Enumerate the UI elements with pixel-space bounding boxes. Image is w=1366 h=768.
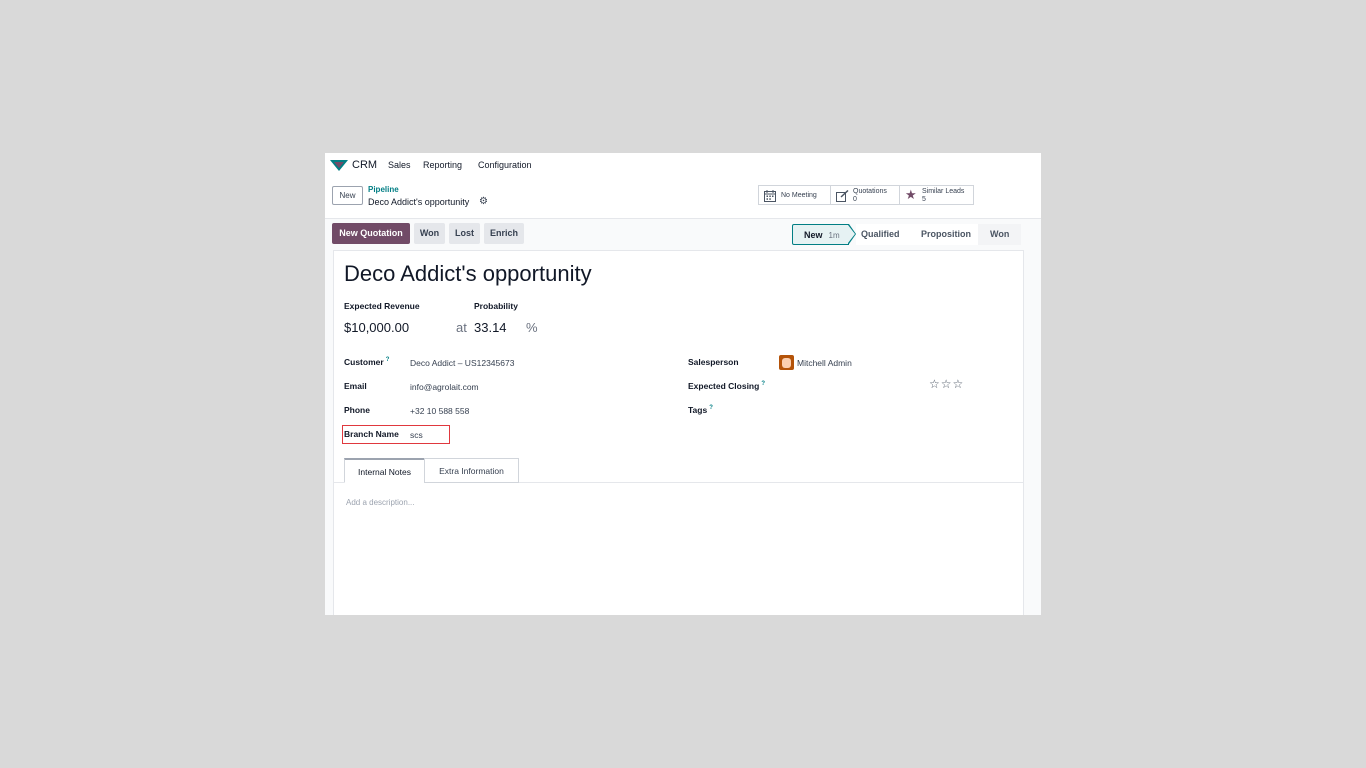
at-label: at bbox=[456, 320, 467, 335]
enrich-button[interactable]: Enrich bbox=[484, 223, 524, 244]
edit-icon bbox=[836, 190, 849, 202]
star-icon: ★ bbox=[905, 187, 917, 202]
menu-reporting[interactable]: Reporting bbox=[423, 160, 462, 170]
phone-label: Phone bbox=[344, 405, 370, 415]
percent-sign: % bbox=[526, 320, 538, 335]
quotations-smart-button[interactable]: Quotations 0 bbox=[830, 185, 900, 205]
won-button[interactable]: Won bbox=[414, 223, 445, 244]
branch-name-label: Branch Name bbox=[344, 429, 399, 439]
meeting-label: No Meeting bbox=[781, 192, 817, 199]
calendar-icon bbox=[764, 190, 776, 202]
similar-leads-smart-button[interactable]: ★ Similar Leads 5 bbox=[899, 185, 974, 205]
priority-stars[interactable]: ☆☆☆ bbox=[929, 377, 964, 391]
salesperson-label: Salesperson bbox=[688, 357, 739, 367]
similar-leads-label: Similar Leads bbox=[922, 188, 965, 195]
email-field[interactable]: info@agrolait.com bbox=[410, 382, 479, 392]
customer-label-text: Customer bbox=[344, 357, 384, 367]
opportunity-title[interactable]: Deco Addict's opportunity bbox=[344, 261, 592, 287]
app-name[interactable]: CRM bbox=[352, 159, 377, 171]
similar-leads-count: 5 bbox=[922, 196, 926, 203]
gear-icon[interactable]: ⚙ bbox=[479, 196, 488, 207]
quotations-label: Quotations bbox=[853, 188, 887, 195]
stage-proposition[interactable]: Proposition bbox=[916, 224, 983, 245]
expected-revenue-input[interactable]: $10,000.00 bbox=[344, 320, 409, 335]
lost-button[interactable]: Lost bbox=[449, 223, 480, 244]
form-sheet: Deco Addict's opportunity Expected Reven… bbox=[333, 250, 1024, 615]
expected-closing-label: Expected Closing? bbox=[688, 381, 765, 391]
breadcrumb-current: Deco Addict's opportunity bbox=[368, 197, 470, 207]
menu-configuration[interactable]: Configuration bbox=[478, 160, 532, 170]
stage-new[interactable]: New 1m bbox=[792, 224, 849, 245]
email-label: Email bbox=[344, 381, 367, 391]
stage-duration: 1m bbox=[828, 231, 840, 240]
stage-separator bbox=[848, 225, 855, 243]
top-navbar: CRM Sales Reporting Configuration bbox=[325, 153, 1041, 178]
stage-won[interactable]: Won bbox=[978, 224, 1021, 245]
phone-field[interactable]: +32 10 588 558 bbox=[410, 406, 469, 416]
tags-label: Tags? bbox=[688, 405, 713, 415]
control-panel: New Pipeline Deco Addict's opportunity ⚙… bbox=[325, 178, 1041, 219]
expected-closing-label-text: Expected Closing bbox=[688, 381, 760, 391]
avatar bbox=[779, 355, 794, 370]
branch-name-field[interactable]: scs bbox=[410, 430, 423, 440]
tab-internal-notes[interactable]: Internal Notes bbox=[344, 458, 425, 483]
menu-sales[interactable]: Sales bbox=[388, 160, 411, 170]
new-button[interactable]: New bbox=[332, 186, 363, 205]
tags-label-text: Tags bbox=[688, 405, 708, 415]
stage-won-label: Won bbox=[990, 229, 1010, 239]
expected-revenue-label: Expected Revenue bbox=[344, 301, 420, 311]
crm-window: CRM Sales Reporting Configuration New Pi… bbox=[325, 153, 1041, 615]
breadcrumb-pipeline[interactable]: Pipeline bbox=[368, 185, 399, 194]
quotations-count: 0 bbox=[853, 196, 857, 203]
description-editor[interactable]: Add a description... bbox=[346, 498, 414, 507]
help-icon[interactable]: ? bbox=[709, 405, 713, 411]
probability-label: Probability bbox=[474, 301, 518, 311]
customer-label: Customer? bbox=[344, 357, 389, 367]
help-icon[interactable]: ? bbox=[386, 357, 390, 363]
stage-new-label: New bbox=[804, 230, 823, 240]
new-quotation-button[interactable]: New Quotation bbox=[332, 223, 410, 244]
customer-field[interactable]: Deco Addict – US12345673 bbox=[410, 358, 514, 368]
stage-proposition-label: Proposition bbox=[921, 229, 971, 239]
crm-logo-icon[interactable] bbox=[330, 159, 348, 172]
stage-qualified-label: Qualified bbox=[861, 229, 900, 239]
stage-qualified[interactable]: Qualified bbox=[856, 224, 921, 245]
help-icon[interactable]: ? bbox=[761, 381, 765, 387]
tab-extra-information[interactable]: Extra Information bbox=[424, 458, 519, 483]
meeting-smart-button[interactable]: No Meeting bbox=[758, 185, 831, 205]
salesperson-field[interactable]: Mitchell Admin bbox=[797, 358, 852, 368]
probability-input[interactable]: 33.14 bbox=[474, 320, 507, 335]
